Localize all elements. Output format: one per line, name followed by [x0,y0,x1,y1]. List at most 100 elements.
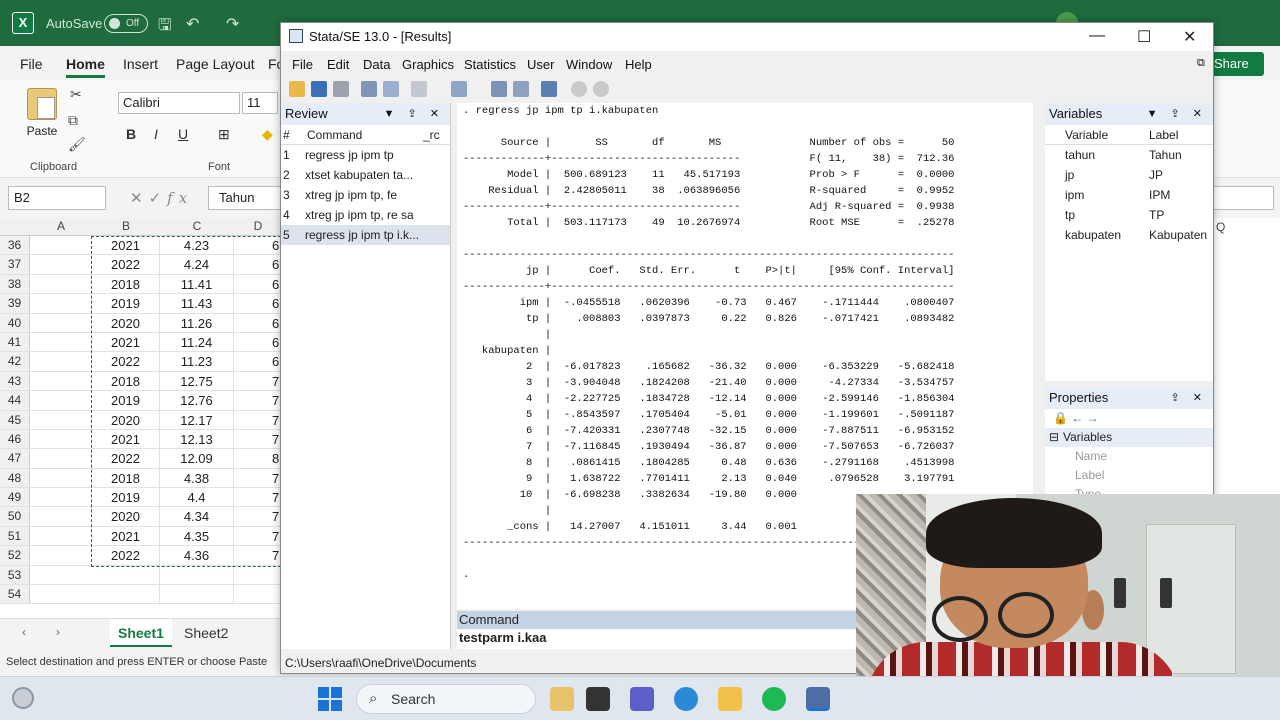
row-header[interactable]: 47 [0,449,30,468]
file-explorer-icon[interactable] [550,687,574,711]
variables-col-label[interactable]: Label [1149,125,1178,145]
variables-col-name[interactable]: Variable [1065,125,1108,145]
row-header[interactable]: 42 [0,352,30,371]
row-header[interactable]: 43 [0,371,30,391]
row-header[interactable]: 52 [0,546,30,565]
do-file-editor-icon[interactable] [451,81,467,97]
row-header[interactable]: 48 [0,468,30,488]
italic-button[interactable]: I [154,126,158,142]
list-item[interactable]: tp TP [1045,205,1213,225]
tab-file[interactable]: File [20,56,43,72]
redo-icon[interactable]: ↷ [226,14,239,34]
copy-icon[interactable]: ⧉ [68,112,78,129]
cell-value[interactable] [160,565,234,585]
chat-icon[interactable] [630,687,654,711]
list-item[interactable]: 3 xtreg jp ipm tp, fe [281,185,450,205]
spreadsheet-grid[interactable]: A B C D 36 2021 4.23 6 37 2022 4.24 6 38 2018 11.4… [0,218,282,618]
sheet-tab-sheet1[interactable]: Sheet1 [110,619,172,647]
column-header-q[interactable]: Q [1216,220,1225,234]
menu-help[interactable]: Help [625,57,652,72]
save-icon[interactable] [311,81,327,97]
fx-icon[interactable]: ✕✓fx [130,189,193,207]
row-header[interactable]: 40 [0,313,30,332]
save-icon[interactable]: 🖫 [158,14,172,41]
variables-manager-icon[interactable] [541,81,557,97]
list-item[interactable]: 2 xtset kabupaten ta... [281,165,450,185]
fill-color-icon[interactable]: ◆ [262,126,273,143]
paste-button[interactable]: Paste [24,88,60,142]
column-header-c[interactable]: C [160,219,234,233]
borders-icon[interactable]: ⊞ [218,126,230,143]
menu-graphics[interactable]: Graphics [402,57,454,72]
row-header[interactable]: 46 [0,429,30,449]
row-header[interactable]: 53 [0,565,30,585]
row-header[interactable]: 38 [0,274,30,294]
autosave-toggle[interactable]: Off [104,14,148,33]
format-painter-icon[interactable]: 🖌 [68,136,86,153]
list-item[interactable]: ipm IPM [1045,185,1213,205]
tab-home[interactable]: Home [66,56,105,78]
viewer-icon[interactable] [383,81,399,97]
lock-icon[interactable]: 🔒 ← → [1053,409,1099,428]
print-icon[interactable] [333,81,349,97]
data-browser-icon[interactable] [513,81,529,97]
row-header[interactable]: 50 [0,507,30,526]
row-header[interactable]: 51 [0,526,30,546]
collapse-icon[interactable]: ⊟ [1049,428,1059,447]
more-icon[interactable] [571,81,587,97]
cell-value[interactable] [234,566,282,584]
font-size-select[interactable]: 11 [242,92,278,114]
cut-icon[interactable]: ✂ [70,86,82,103]
font-name-select[interactable]: Calibri [118,92,240,114]
menu-edit[interactable]: Edit [327,57,349,72]
list-item[interactable]: 4 xtreg jp ipm tp, re sa [281,205,450,225]
list-item[interactable]: 1 regress jp ipm tp [281,145,450,165]
sheet-prev-icon[interactable]: ‹ [22,625,26,639]
menu-statistics[interactable]: Statistics [464,57,516,72]
graph-icon[interactable] [411,81,427,97]
open-icon[interactable] [289,81,305,97]
list-item[interactable]: tahun Tahun [1045,145,1213,165]
properties-section[interactable]: ⊟ Variables [1045,428,1213,447]
list-item[interactable]: kabupaten Kabupaten [1045,225,1213,245]
review-col-rc[interactable]: _rc [423,125,440,145]
cell-value[interactable] [160,585,234,604]
row-header[interactable]: 37 [0,255,30,274]
panel-controls-icon[interactable]: ⇪ ✕ [1171,387,1208,409]
list-item[interactable]: jp JP [1045,165,1213,185]
cell-year[interactable] [92,585,160,604]
name-box[interactable]: B2 [8,186,106,210]
start-button[interactable] [318,687,342,711]
weather-icon[interactable] [12,687,34,709]
row-header[interactable]: 36 [0,236,30,255]
undo-icon[interactable]: ↶ [186,14,199,34]
panel-controls-icon[interactable]: ▼ ⇪ ✕ [384,103,444,125]
property-name[interactable]: Name [1045,447,1213,466]
share-button[interactable]: Share [1206,52,1264,76]
panel-controls-icon[interactable]: ▼ ⇪ ✕ [1147,103,1207,125]
log-icon[interactable] [361,81,377,97]
row-header[interactable]: 49 [0,488,30,507]
menu-file[interactable]: File [292,57,313,72]
column-header-b[interactable]: B [92,219,160,233]
maximize-icon[interactable]: ☐ [1137,27,1151,47]
restore-icon[interactable]: ⧉ [1197,57,1205,70]
minimize-icon[interactable]: — [1089,27,1105,45]
row-header[interactable]: 54 [0,585,30,604]
menu-user[interactable]: User [527,57,554,72]
row-header[interactable]: 44 [0,391,30,410]
menu-data[interactable]: Data [363,57,390,72]
tab-insert[interactable]: Insert [123,56,158,72]
sheet-tab-sheet2[interactable]: Sheet2 [176,619,236,647]
review-col-num[interactable]: # [283,125,290,145]
close-icon[interactable]: ✕ [1183,27,1196,47]
row-header[interactable]: 39 [0,294,30,313]
bold-button[interactable]: B [126,126,136,142]
column-header-a[interactable]: A [30,219,92,233]
folder-icon[interactable] [718,687,742,711]
property-label[interactable]: Label [1045,466,1213,485]
row-header[interactable]: 41 [0,332,30,352]
list-item[interactable]: 5 regress jp ipm tp i.k... [281,225,450,245]
stata-icon[interactable] [806,687,830,711]
review-col-command[interactable]: Command [307,125,362,145]
